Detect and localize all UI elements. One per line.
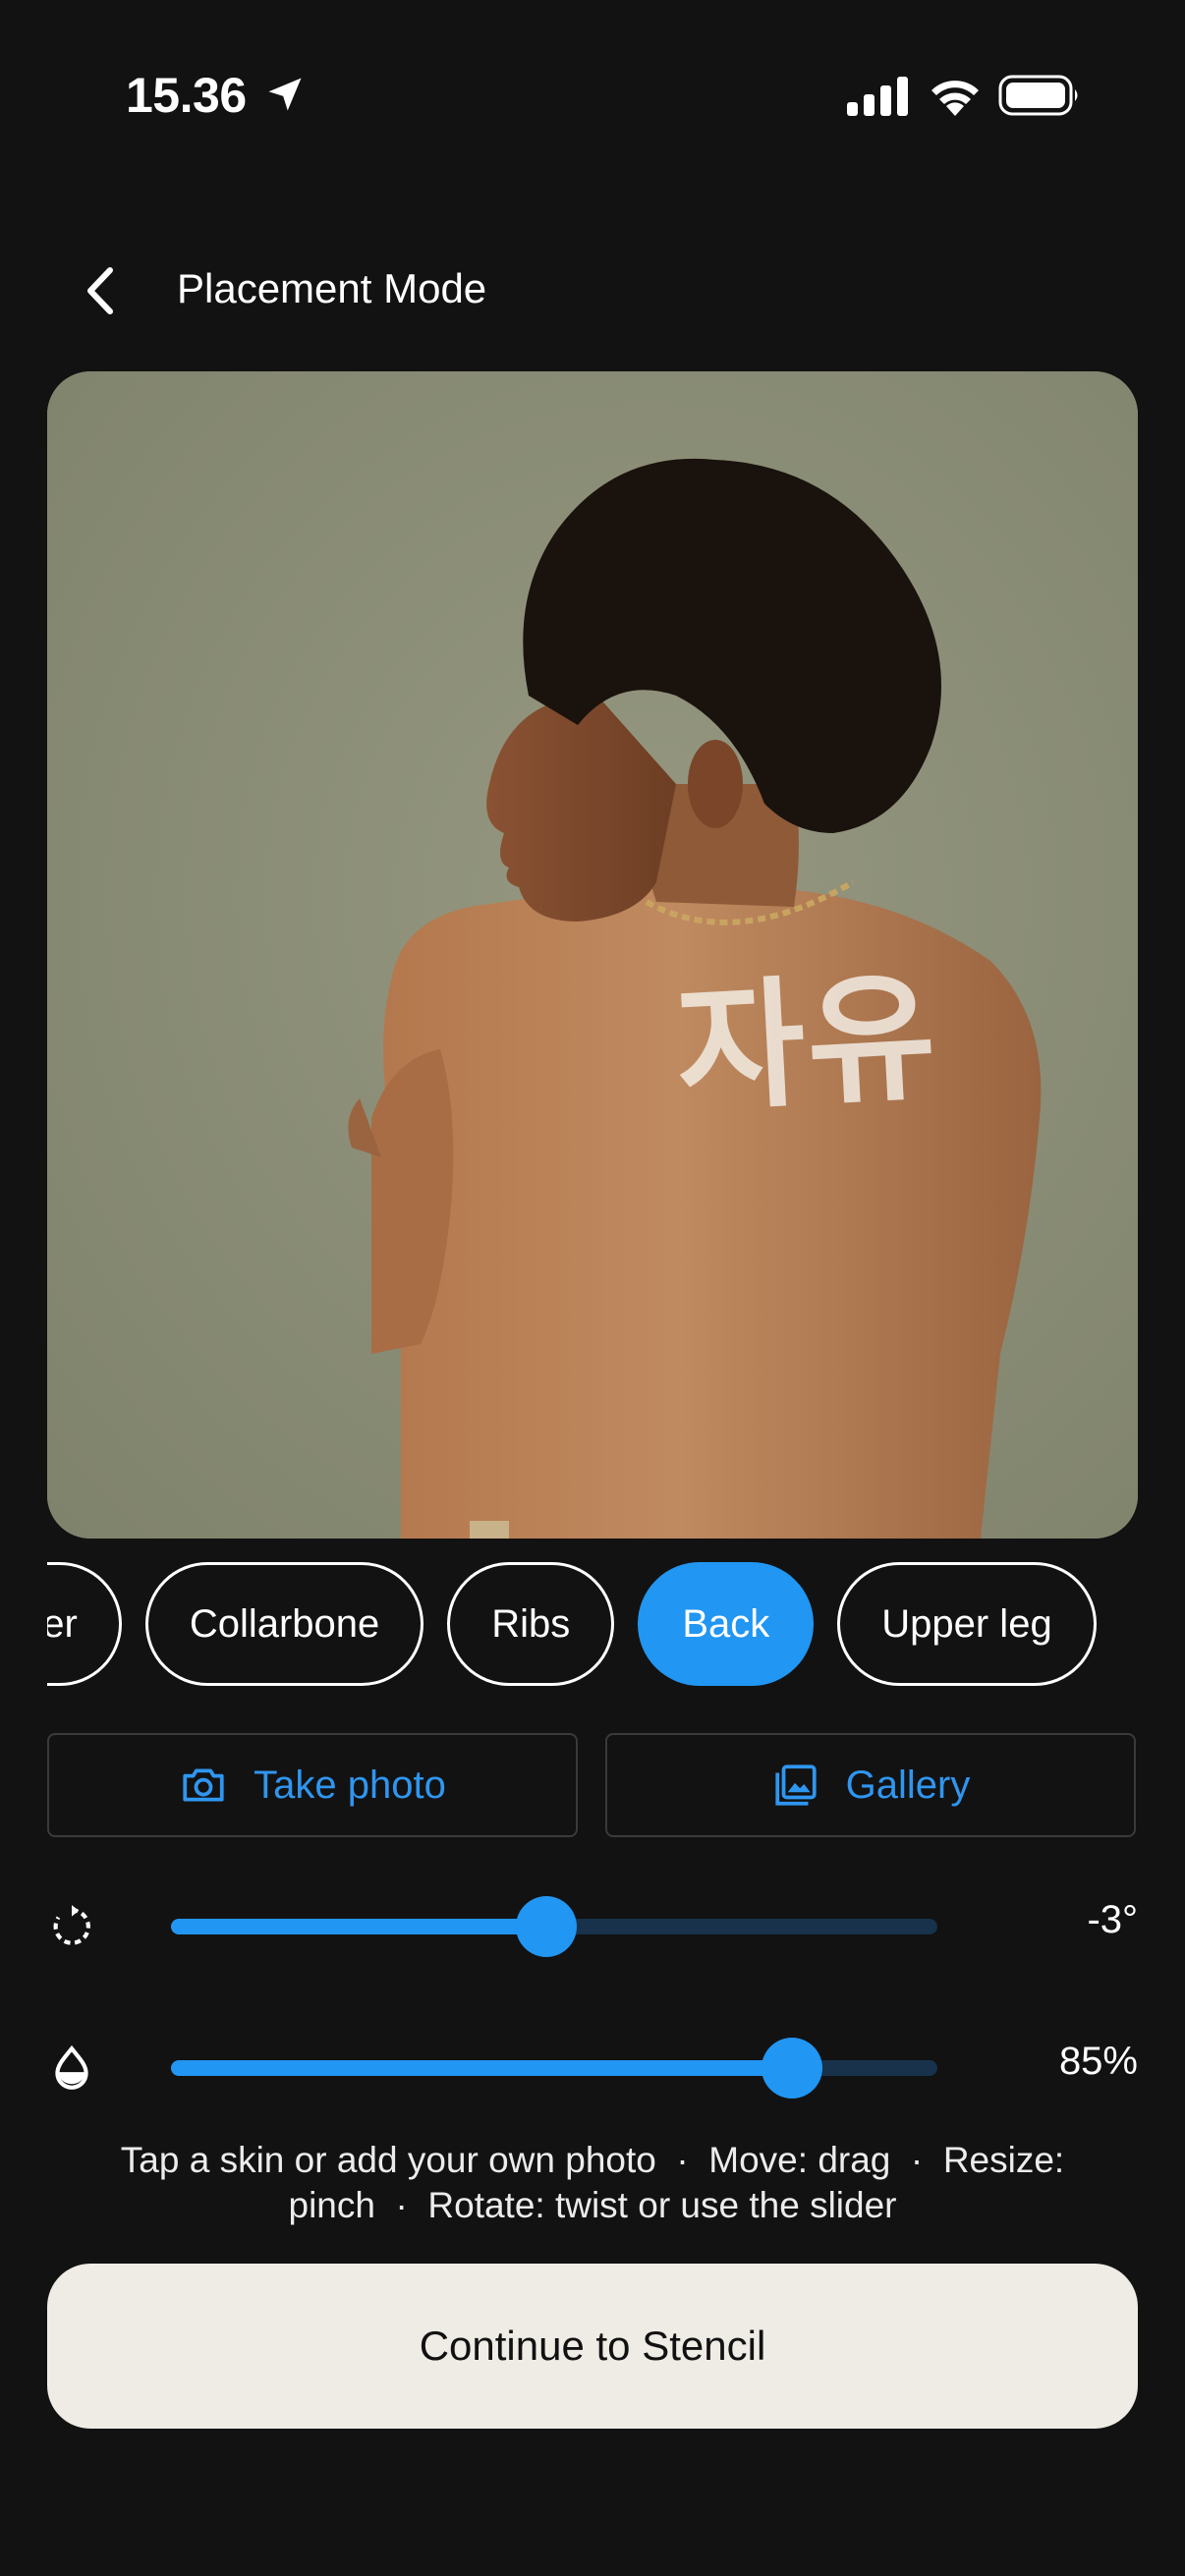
opacity-slider-track[interactable]	[171, 2038, 937, 2099]
gallery-button[interactable]: Gallery	[605, 1733, 1136, 1837]
opacity-slider-row: 85%	[47, 2034, 1138, 2102]
skin-photo	[47, 371, 1138, 1539]
rotation-slider-row: -3°	[47, 1892, 1138, 1961]
opacity-slider-fill	[171, 2060, 792, 2076]
rotation-slider-track[interactable]	[171, 1896, 937, 1957]
chip-shoulder[interactable]: der	[47, 1562, 122, 1686]
take-photo-label: Take photo	[254, 1763, 446, 1807]
opacity-value: 85%	[1058, 2040, 1138, 2083]
header: Placement Mode	[0, 236, 1185, 334]
cellular-signal-icon	[847, 77, 908, 116]
battery-icon	[998, 75, 1078, 116]
opacity-slider-thumb[interactable]	[761, 2038, 822, 2099]
gallery-label: Gallery	[845, 1763, 971, 1807]
hint-line-2: pinch · Rotate: twist or use the slider	[288, 2185, 897, 2225]
chip-collarbone[interactable]: Collarbone	[144, 1562, 424, 1686]
tattoo-overlay[interactable]: 자유	[671, 923, 942, 1139]
hint-line-1: Tap a skin or add your own photo · Move:…	[120, 2140, 1065, 2180]
rotate-icon	[53, 1905, 90, 1945]
rotation-slider-thumb[interactable]	[516, 1896, 578, 1957]
gesture-hint: Tap a skin or add your own photo · Move:…	[59, 2138, 1126, 2228]
gallery-icon	[775, 1764, 817, 1806]
chip-upper-leg[interactable]: Upper leg	[837, 1562, 1097, 1686]
status-bar: 15.36	[0, 0, 1185, 187]
placement-chip-scroller[interactable]: der Collarbone Ribs Back Upper leg	[47, 1562, 1138, 1690]
rotation-value: -3°	[1087, 1898, 1138, 1941]
opacity-drop-icon	[55, 2044, 88, 2090]
status-time: 15.36	[126, 68, 247, 123]
rotation-slider-fill	[171, 1919, 547, 1934]
take-photo-button[interactable]: Take photo	[47, 1733, 578, 1837]
chip-back[interactable]: Back	[638, 1562, 815, 1686]
back-button[interactable]	[67, 257, 134, 324]
chip-ribs[interactable]: Ribs	[447, 1562, 615, 1686]
placement-preview[interactable]: 자유	[47, 371, 1138, 1539]
camera-icon	[183, 1768, 224, 1802]
continue-button[interactable]: Continue to Stencil	[47, 2264, 1138, 2429]
location-arrow-icon	[268, 78, 302, 111]
placement-chip-list: der Collarbone Ribs Back Upper leg	[47, 1562, 1097, 1686]
wifi-icon	[931, 81, 979, 116]
page-title: Placement Mode	[177, 265, 487, 311]
chevron-left-icon	[87, 267, 113, 314]
